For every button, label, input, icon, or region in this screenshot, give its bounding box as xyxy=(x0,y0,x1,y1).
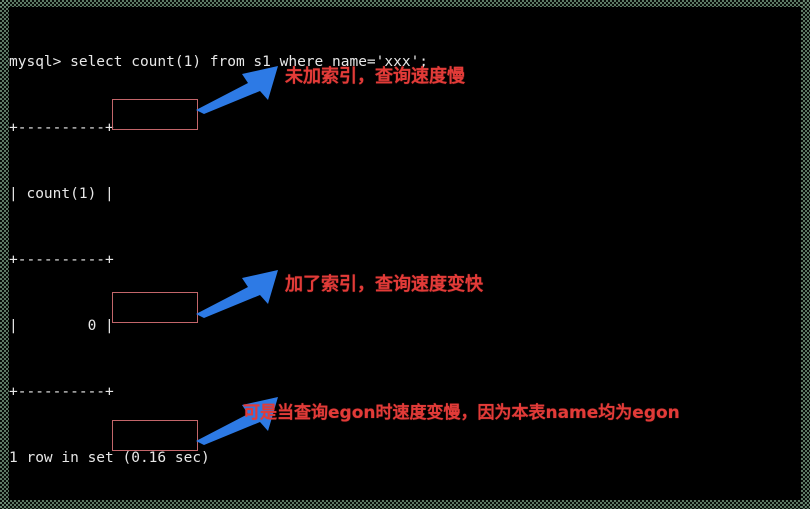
terminal-line: 1 row in set (0.16 sec) xyxy=(9,450,210,466)
terminal-line: +----------+ xyxy=(9,252,114,268)
annotation-with-index: 加了索引，查询速度变快 xyxy=(285,274,483,295)
window-border-top xyxy=(0,0,810,7)
window-border-left xyxy=(0,0,9,509)
terminal-line: | count(1) | xyxy=(9,186,114,202)
annotation-egon: 可是当查询egon时速度变慢，因为本表name均为egon xyxy=(243,403,680,423)
annotation-no-index: 未加索引，查询速度慢 xyxy=(285,66,465,87)
terminal-line: +----------+ xyxy=(9,120,114,136)
window-border-right xyxy=(801,0,810,509)
terminal-screenshot: mysql> select count(1) from s1 where nam… xyxy=(0,0,810,509)
terminal-line: | 0 | xyxy=(9,318,114,334)
